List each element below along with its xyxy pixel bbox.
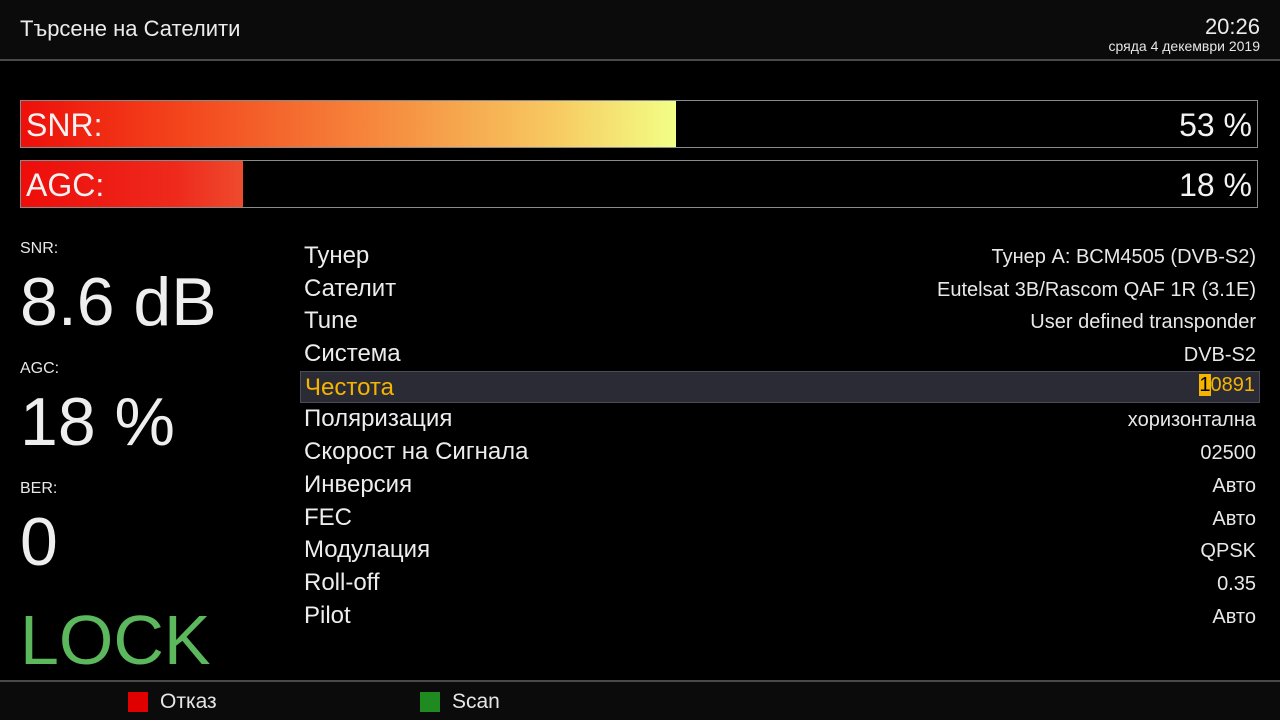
cancel-button[interactable]: Отказ bbox=[128, 690, 217, 714]
param-value: хоризонтална bbox=[1127, 409, 1256, 432]
snr-stat-value: 8.6 dB bbox=[20, 264, 217, 340]
lock-status: LOCK bbox=[20, 601, 211, 679]
parameter-list: Тунер Тунер A: BCM4505 (DVB-S2) Сателит … bbox=[300, 240, 1260, 632]
cancel-button-label: Отказ bbox=[160, 690, 217, 713]
date: сряда 4 декември 2019 bbox=[1108, 38, 1260, 54]
footer: Отказ Scan bbox=[0, 680, 1280, 720]
agc-bar-label: AGC: bbox=[26, 167, 105, 203]
green-key-icon bbox=[420, 692, 440, 712]
param-row-fec[interactable]: FEC Авто bbox=[300, 502, 1260, 535]
param-row-tuner[interactable]: Тунер Тунер A: BCM4505 (DVB-S2) bbox=[300, 240, 1260, 273]
param-row-symbol-rate[interactable]: Скорост на Сигнала 02500 bbox=[300, 436, 1260, 469]
param-value: 02500 bbox=[1200, 442, 1256, 465]
param-name: Скорост на Сигнала bbox=[304, 438, 529, 466]
page-title: Търсене на Сателити bbox=[20, 16, 241, 41]
param-row-modulation[interactable]: Модулация QPSK bbox=[300, 534, 1260, 567]
param-value: Eutelsat 3B/Rascom QAF 1R (3.1E) bbox=[936, 278, 1256, 301]
param-row-tune[interactable]: Tune User defined transponder bbox=[300, 305, 1260, 338]
param-value: Авто bbox=[1212, 474, 1256, 497]
scan-button[interactable]: Scan bbox=[420, 690, 500, 714]
param-value: Авто bbox=[1212, 507, 1256, 530]
param-row-polarization[interactable]: Поляризация хоризонтална bbox=[300, 403, 1260, 436]
header: Търсене на Сателити 20:26 сряда 4 декемв… bbox=[0, 0, 1280, 61]
ber-stat-label: BER: bbox=[20, 480, 58, 497]
param-value: 0.35 bbox=[1217, 572, 1256, 595]
param-name: Честота bbox=[305, 373, 394, 401]
snr-bar-label: SNR: bbox=[26, 107, 103, 143]
param-name: Тунер bbox=[304, 242, 370, 269]
param-row-frequency[interactable]: Честота 10891 bbox=[300, 370, 1260, 404]
agc-bar-value: 18 % bbox=[1179, 167, 1252, 203]
param-value: User defined transponder bbox=[1030, 311, 1256, 334]
snr-bar-fill bbox=[21, 101, 677, 147]
agc-stat-value: 18 % bbox=[20, 384, 175, 460]
param-value: Авто bbox=[1212, 605, 1256, 628]
param-name: Roll-off bbox=[304, 568, 380, 596]
satellite-search-screen: Търсене на Сателити 20:26 сряда 4 декемв… bbox=[0, 0, 1280, 720]
param-name: FEC bbox=[304, 503, 352, 531]
param-name: Поляризация bbox=[304, 405, 453, 433]
red-key-icon bbox=[128, 692, 148, 712]
param-row-pilot[interactable]: Pilot Авто bbox=[300, 600, 1260, 633]
param-row-inversion[interactable]: Инверсия Авто bbox=[300, 469, 1260, 502]
snr-stat-label: SNR: bbox=[20, 240, 59, 257]
snr-bar-value: 53 % bbox=[1179, 107, 1252, 143]
param-row-system[interactable]: Система DVB-S2 bbox=[300, 338, 1260, 371]
frequency-value-rest: 0891 bbox=[1210, 373, 1256, 396]
param-name: Модулация bbox=[304, 536, 431, 564]
param-name: Инверсия bbox=[304, 470, 413, 498]
frequency-input[interactable]: 10891 bbox=[1199, 372, 1255, 398]
param-value: DVB-S2 bbox=[1183, 344, 1256, 367]
param-value: QPSK bbox=[1200, 540, 1256, 563]
param-name: Pilot bbox=[304, 601, 351, 629]
param-name: Система bbox=[304, 340, 401, 368]
agc-bar: AGC: 18 % bbox=[20, 160, 1258, 208]
param-value: Тунер A: BCM4505 (DVB-S2) bbox=[991, 246, 1256, 268]
param-row-satellite[interactable]: Сателит Eutelsat 3B/Rascom QAF 1R (3.1E) bbox=[300, 273, 1260, 306]
agc-stat-label: AGC: bbox=[20, 360, 60, 377]
scan-button-label: Scan bbox=[452, 690, 500, 713]
snr-bar: SNR: 53 % bbox=[20, 100, 1258, 148]
ber-stat-value: 0 bbox=[20, 504, 58, 580]
param-name: Сателит bbox=[304, 274, 397, 302]
param-name: Tune bbox=[304, 307, 358, 335]
clock: 20:26 bbox=[1204, 14, 1260, 39]
text-cursor: 1 bbox=[1199, 373, 1211, 396]
param-row-rolloff[interactable]: Roll-off 0.35 bbox=[300, 567, 1260, 600]
